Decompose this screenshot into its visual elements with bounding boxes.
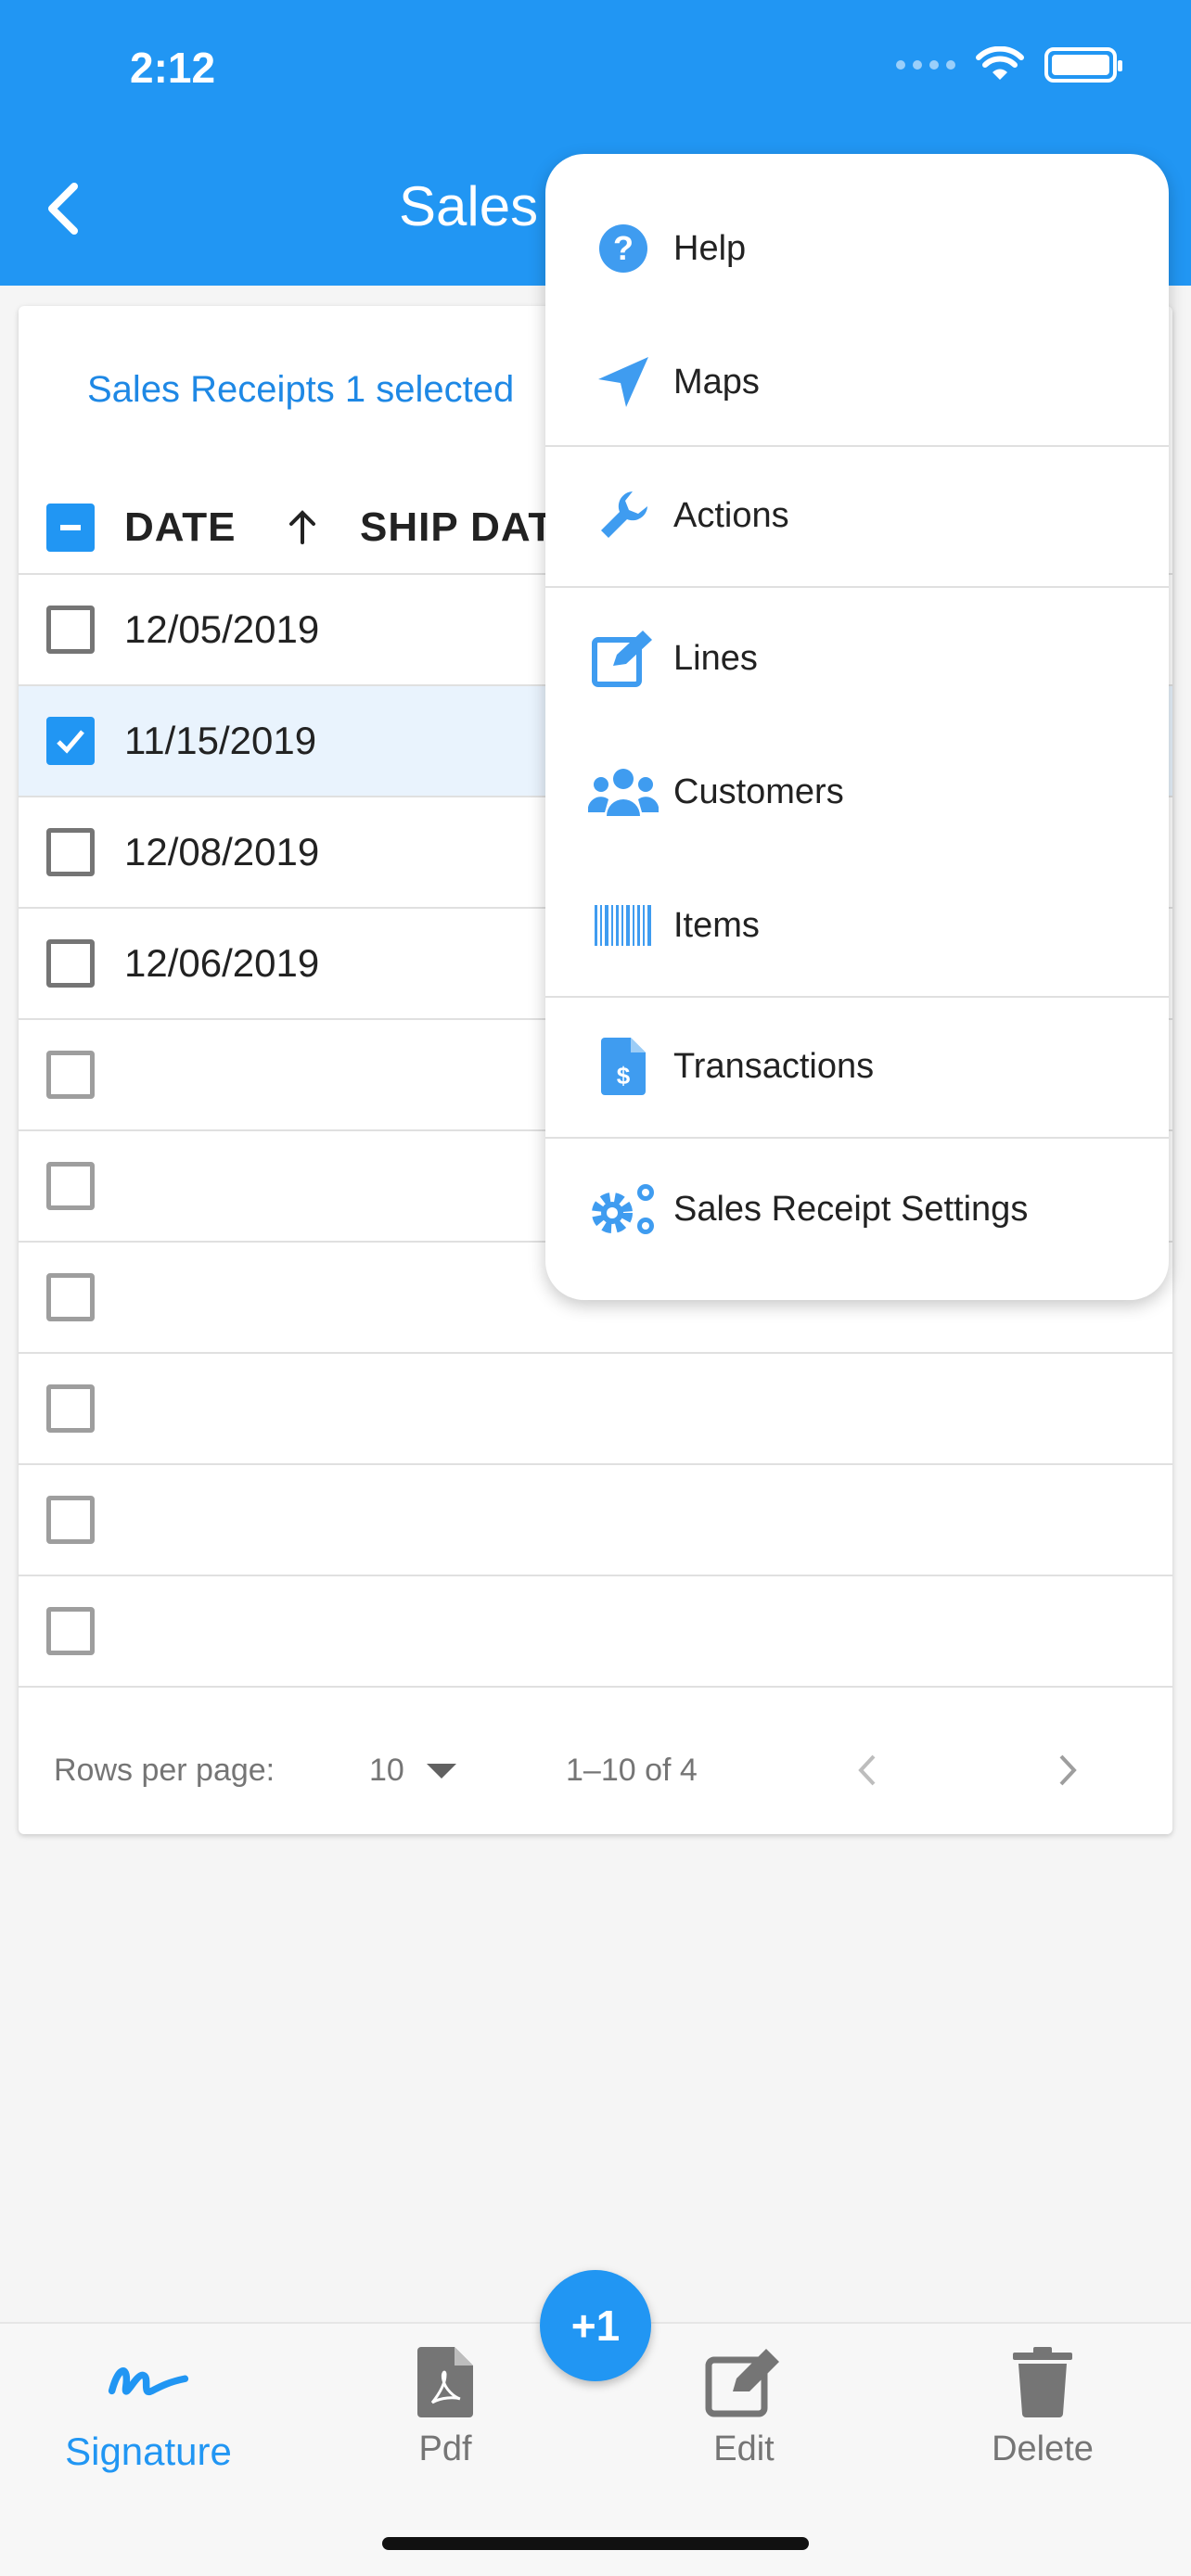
row-checkbox[interactable] [46, 939, 95, 988]
edit-icon [702, 2340, 786, 2424]
menu-divider [545, 996, 1169, 998]
navigation-arrow-icon [586, 350, 660, 414]
wifi-icon [976, 46, 1024, 80]
row-date: 12/08/2019 [124, 830, 320, 874]
page-range: 1–10 of 4 [566, 1752, 698, 1788]
rows-per-page-select[interactable]: 10 [369, 1753, 404, 1789]
battery-icon [1044, 47, 1122, 83]
add-one-fab-button[interactable]: +1 [540, 2270, 651, 2381]
caret-down-icon[interactable] [427, 1764, 456, 1779]
menu-item-customers[interactable]: Customers [545, 742, 1169, 842]
menu-item-sales-receipt-settings[interactable]: Sales Receipt Settings [545, 1159, 1169, 1259]
table-row[interactable] [19, 1576, 1172, 1688]
home-indicator [382, 2537, 809, 2550]
signature-icon [107, 2340, 190, 2424]
menu-divider [545, 586, 1169, 588]
column-header-date[interactable]: DATE [124, 504, 237, 551]
row-checkbox[interactable] [46, 606, 95, 654]
nav-item-pdf[interactable]: Pdf [334, 2340, 557, 2489]
menu-item-maps[interactable]: Maps [545, 332, 1169, 432]
menu-divider [545, 445, 1169, 447]
overflow-menu: ? Help Maps Actions Lines Customers Item… [545, 154, 1169, 1300]
row-checkbox[interactable] [46, 1607, 95, 1655]
users-icon [586, 759, 660, 824]
back-button[interactable] [35, 176, 91, 241]
rows-per-page-label: Rows per page: [54, 1752, 275, 1788]
row-date: 12/06/2019 [124, 941, 320, 985]
svg-text:?: ? [613, 229, 634, 267]
chevron-left-icon[interactable] [844, 1747, 890, 1793]
nav-item-signature[interactable]: Signature [37, 2340, 260, 2489]
gears-icon [586, 1177, 660, 1242]
table-pagination: Rows per page: 10 1–10 of 4 [19, 1706, 1172, 1834]
status-icons [896, 46, 1122, 83]
chevron-right-icon[interactable] [1044, 1747, 1091, 1793]
svg-text:$: $ [617, 1062, 631, 1090]
table-row[interactable] [19, 1465, 1172, 1576]
pdf-file-icon [403, 2340, 487, 2424]
edit-box-icon [586, 626, 660, 691]
cellular-signal-icon [896, 60, 955, 70]
minus-icon [60, 525, 81, 530]
table-row[interactable] [19, 1354, 1172, 1465]
help-circle-icon: ? [586, 216, 660, 281]
trash-icon [1001, 2340, 1084, 2424]
barcode-icon [586, 893, 660, 958]
row-checkbox[interactable] [46, 828, 95, 876]
invoice-dollar-icon: $ [586, 1034, 660, 1099]
nav-item-delete[interactable]: Delete [931, 2340, 1154, 2489]
wrench-icon [586, 483, 660, 548]
row-checkbox[interactable] [46, 1384, 95, 1433]
row-checkbox[interactable] [46, 1051, 95, 1099]
check-icon [57, 730, 84, 754]
row-checkbox[interactable] [46, 1496, 95, 1544]
menu-divider [545, 1137, 1169, 1139]
selection-count: Sales Receipts 1 selected [87, 369, 515, 410]
select-all-checkbox[interactable] [46, 504, 95, 552]
chevron-left-icon [48, 183, 78, 235]
menu-item-transactions[interactable]: $ Transactions [545, 1016, 1169, 1116]
row-date: 11/15/2019 [124, 719, 317, 762]
row-date: 12/05/2019 [124, 607, 320, 651]
menu-item-help[interactable]: ? Help [545, 198, 1169, 299]
menu-item-actions[interactable]: Actions [545, 465, 1169, 566]
status-time: 2:12 [130, 44, 216, 92]
row-checkbox[interactable] [46, 717, 95, 765]
menu-item-lines[interactable]: Lines [545, 608, 1169, 708]
row-checkbox[interactable] [46, 1273, 95, 1321]
sort-ascending-arrow-icon[interactable] [282, 507, 323, 548]
page-title: Sales [399, 175, 539, 237]
row-checkbox[interactable] [46, 1162, 95, 1210]
menu-item-items[interactable]: Items [545, 875, 1169, 976]
nav-item-edit[interactable]: Edit [633, 2340, 855, 2489]
